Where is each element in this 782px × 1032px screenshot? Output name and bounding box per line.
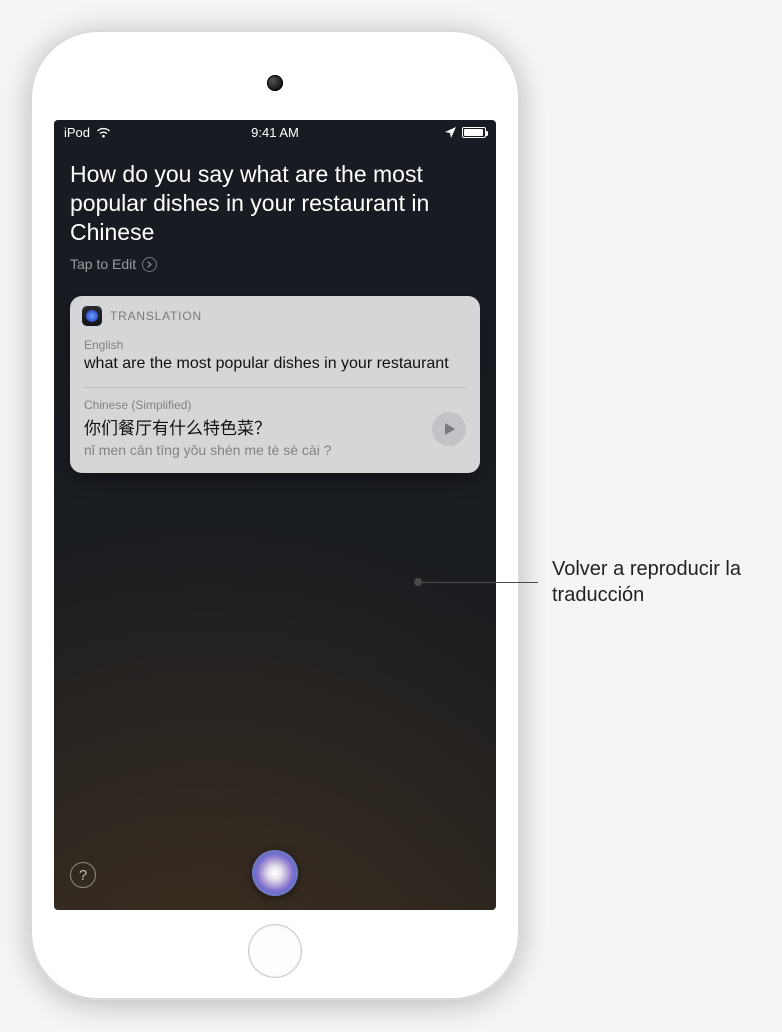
- siri-orb-button[interactable]: [252, 850, 298, 896]
- carrier-label: iPod: [64, 125, 90, 140]
- target-language-label: Chinese (Simplified): [84, 398, 420, 412]
- question-mark-icon: ?: [79, 867, 87, 884]
- card-title: TRANSLATION: [110, 309, 202, 323]
- callout: Volver a reproducir la traducción: [418, 556, 772, 608]
- status-bar: iPod 9:41 AM: [54, 120, 496, 144]
- romanization-text: nǐ men cān tīng yǒu shén me tè sè cài ?: [84, 441, 420, 459]
- source-text: what are the most popular dishes in your…: [84, 354, 466, 375]
- source-language-label: English: [84, 338, 466, 352]
- user-query: How do you say what are the most popular…: [70, 160, 480, 246]
- screen: iPod 9:41 AM How do you say what a: [54, 120, 496, 910]
- chevron-right-icon: [142, 257, 157, 272]
- help-button[interactable]: ?: [70, 862, 96, 888]
- battery-icon: [462, 127, 486, 138]
- translation-card: TRANSLATION English what are the most po…: [70, 296, 480, 473]
- translated-text: 你们餐厅有什么特色菜？: [84, 414, 420, 439]
- callout-line: [418, 582, 538, 583]
- callout-text: Volver a reproducir la traducción: [552, 556, 772, 608]
- front-camera: [267, 75, 283, 91]
- home-button[interactable]: [248, 924, 302, 978]
- tap-to-edit-label: Tap to Edit: [70, 256, 136, 272]
- wifi-icon: [96, 127, 111, 138]
- play-icon: [442, 422, 456, 436]
- play-translation-button[interactable]: [432, 412, 466, 446]
- clock: 9:41 AM: [54, 125, 496, 140]
- location-icon: [445, 127, 456, 138]
- ipod-frame: iPod 9:41 AM How do you say what a: [30, 30, 520, 1000]
- tap-to-edit-button[interactable]: Tap to Edit: [70, 256, 157, 272]
- siri-app-icon: [82, 306, 102, 326]
